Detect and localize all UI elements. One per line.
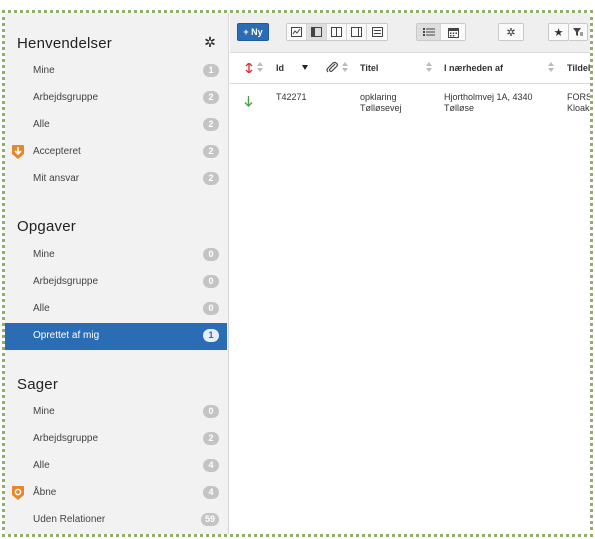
gear-icon[interactable]: ✲ — [498, 23, 524, 41]
layout-split-right-icon[interactable] — [347, 24, 367, 40]
sidebar-item-opgaver-mine[interactable]: Mine 0 — [5, 242, 227, 269]
count-badge: 0 — [203, 248, 219, 261]
section-title: Opgaver — [17, 218, 76, 235]
sort-descending-icon[interactable] — [302, 65, 308, 70]
sidebar-item-sager-alle[interactable]: Alle 4 — [5, 453, 227, 480]
attachment-column-icon[interactable] — [326, 60, 338, 78]
layout-split-half-icon[interactable] — [327, 24, 347, 40]
count-badge: 2 — [203, 91, 219, 104]
count-badge: 2 — [203, 145, 219, 158]
list-view-icon[interactable] — [417, 24, 441, 40]
sidebar-item-opgaver-oprettet-af-mig[interactable]: Oprettet af mig 1 — [5, 323, 227, 350]
cell-assigned-line: FORS — [567, 92, 593, 102]
sidebar-item-label: Arbejdsgruppe — [33, 276, 99, 287]
column-header-nearby[interactable]: I nærheden af — [444, 63, 503, 73]
sort-icon[interactable] — [426, 60, 432, 72]
layout-list-icon[interactable] — [367, 24, 387, 40]
count-badge: 2 — [203, 118, 219, 131]
sort-icon[interactable] — [548, 60, 554, 72]
column-header-title[interactable]: Titel — [360, 63, 378, 73]
count-badge: 2 — [203, 172, 219, 185]
count-badge: 0 — [203, 275, 219, 288]
priority-column-icon[interactable] — [244, 60, 254, 78]
count-badge: 59 — [200, 513, 219, 526]
section-title: Sager — [17, 376, 59, 393]
calendar-view-icon[interactable] — [441, 24, 465, 40]
sidebar-item-opgaver-alle[interactable]: Alle 0 — [5, 296, 227, 323]
cell-nearby-line: Tølløse — [444, 103, 474, 113]
layout-map-icon[interactable] — [287, 24, 307, 40]
sidebar-item-henvendelser-alle[interactable]: Alle 2 — [5, 112, 227, 139]
sidebar-item-sager-uden-relationer[interactable]: Uden Relationer 59 — [5, 507, 227, 534]
sidebar-item-label: Mine — [33, 249, 55, 260]
sidebar-item-label: Alle — [33, 119, 50, 130]
grid-header: Id Titel I nærheden af Tildel — [230, 54, 590, 84]
sidebar-item-henvendelser-accepteret[interactable]: Accepteret 2 — [5, 139, 227, 166]
cell-title-line: opklaring — [360, 92, 397, 102]
filter-icon[interactable] — [568, 23, 588, 41]
gear-icon[interactable]: ✲ — [203, 35, 217, 49]
count-badge: 2 — [203, 432, 219, 445]
sidebar-item-label: Mit ansvar — [33, 173, 80, 184]
sidebar-item-henvendelser-arbejdsgruppe[interactable]: Arbejdsgruppe 2 — [5, 85, 227, 112]
sort-icon[interactable] — [342, 60, 348, 72]
new-button[interactable]: + Ny — [237, 23, 269, 41]
count-badge: 1 — [203, 64, 219, 77]
section-header-henvendelser: Henvendelser ✲ — [5, 29, 229, 59]
sidebar-item-label: Arbejdsgruppe — [33, 92, 99, 103]
sidebar-item-sager-mine[interactable]: Mine 0 — [5, 399, 227, 426]
section-title: Henvendelser — [17, 35, 112, 52]
view-button-group — [416, 23, 466, 41]
column-header-assigned[interactable]: Tildel — [567, 63, 590, 73]
sidebar-item-label: Uden Relationer — [33, 514, 106, 525]
cell-nearby: Hjortholmvej 1A, 4340 Tølløse — [444, 92, 533, 114]
orange-down-arrow-icon — [11, 144, 25, 160]
sidebar-item-label: Alle — [33, 460, 50, 471]
app-frame: Henvendelser ✲ Mine 1 Arbejdsgruppe 2 Al… — [2, 10, 593, 537]
section-header-sager: Sager — [5, 370, 229, 400]
sidebar-item-label: Mine — [33, 406, 55, 417]
sidebar-item-label: Oprettet af mig — [33, 330, 100, 341]
cell-title: opklaring Tølløsevej — [360, 92, 402, 114]
layout-button-group — [286, 23, 388, 41]
sort-icon[interactable] — [257, 60, 263, 72]
sidebar-item-henvendelser-mit-ansvar[interactable]: Mit ansvar 2 — [5, 166, 227, 193]
sidebar-item-label: Arbejdsgruppe — [33, 433, 99, 444]
sidebar: Henvendelser ✲ Mine 1 Arbejdsgruppe 2 Al… — [5, 13, 229, 534]
sidebar-item-sager-arbejdsgruppe[interactable]: Arbejdsgruppe 2 — [5, 426, 227, 453]
sidebar-item-opgaver-arbejdsgruppe[interactable]: Arbejdsgruppe 0 — [5, 269, 227, 296]
count-badge: 4 — [203, 486, 219, 499]
count-badge: 0 — [203, 302, 219, 315]
cell-assigned-line: Kloaks — [567, 103, 593, 113]
sidebar-item-label: Mine — [33, 65, 55, 76]
table-row[interactable]: T42271 opklaring Tølløsevej Hjortholmvej… — [230, 85, 590, 123]
sidebar-item-sager-aabne[interactable]: Åbne 4 — [5, 480, 227, 507]
toolbar: + Ny ✲ ★ — [230, 13, 590, 53]
count-badge: 1 — [203, 329, 219, 342]
orange-pin-icon — [11, 485, 25, 501]
column-header-id[interactable]: Id — [276, 63, 284, 73]
cell-nearby-line: Hjortholmvej 1A, 4340 — [444, 92, 533, 102]
layout-split-left-icon[interactable] — [307, 24, 327, 40]
sidebar-item-label: Accepteret — [33, 146, 81, 157]
sidebar-item-henvendelser-mine[interactable]: Mine 1 — [5, 58, 227, 85]
star-icon[interactable]: ★ — [548, 23, 568, 41]
section-header-opgaver: Opgaver — [5, 212, 229, 242]
sidebar-item-label: Alle — [33, 303, 50, 314]
count-badge: 0 — [203, 405, 219, 418]
cell-id: T42271 — [276, 92, 307, 102]
cell-title-line: Tølløsevej — [360, 103, 402, 113]
arrow-down-icon — [244, 94, 253, 112]
count-badge: 4 — [203, 459, 219, 472]
cell-assigned: FORS Kloaks — [567, 92, 593, 114]
sidebar-item-label: Åbne — [33, 487, 57, 498]
